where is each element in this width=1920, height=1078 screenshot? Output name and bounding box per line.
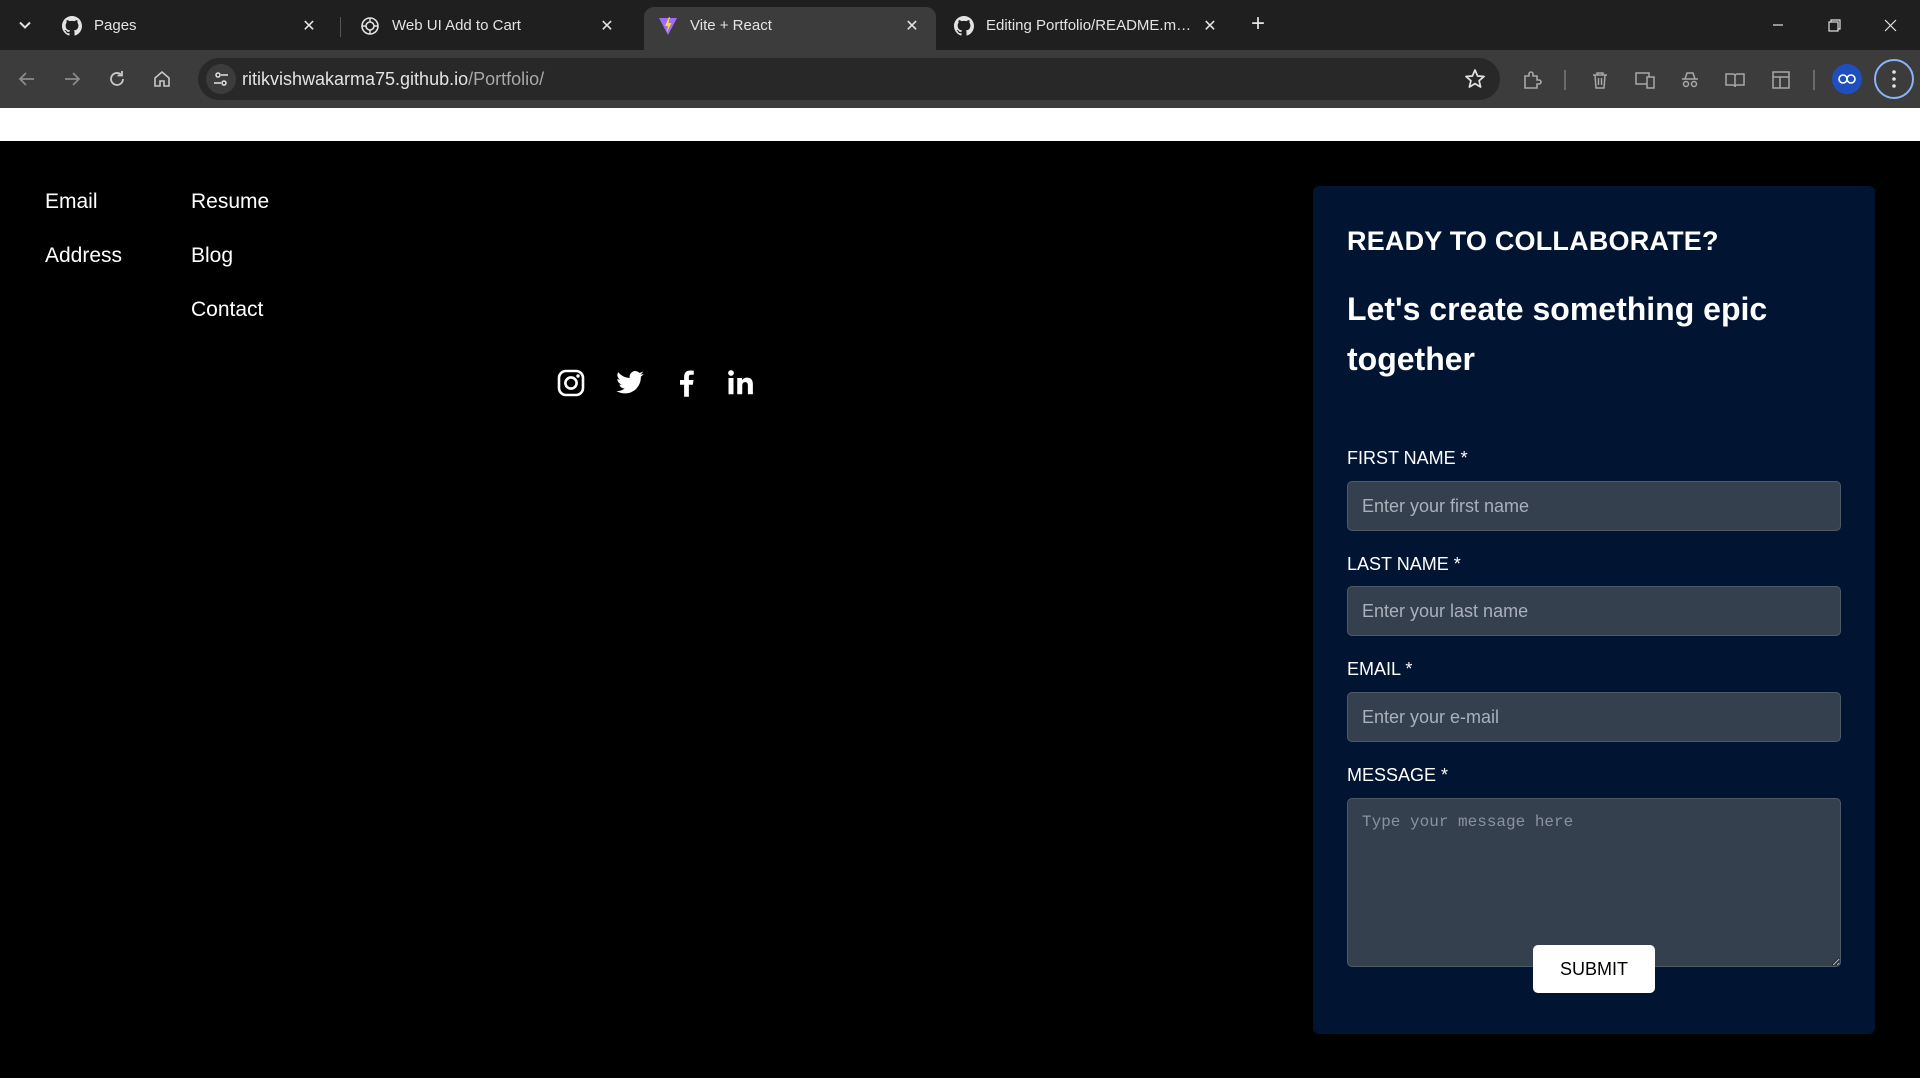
reload-button[interactable] xyxy=(100,62,134,96)
side-panel-icon[interactable] xyxy=(1769,68,1793,92)
last-name-label: LAST NAME * xyxy=(1347,554,1461,574)
twitter-icon[interactable] xyxy=(615,368,645,398)
github-icon xyxy=(954,15,974,36)
toolbar-divider xyxy=(1564,70,1566,90)
openai-icon xyxy=(360,16,380,36)
tab-search-button[interactable] xyxy=(8,8,42,42)
page-top-strip xyxy=(0,108,1920,141)
tab-strip: Pages ✕ Web UI Add to Cart ✕ Vite + Reac… xyxy=(0,0,1920,50)
vite-icon xyxy=(658,16,678,36)
url-path: /Portfolio/ xyxy=(468,69,545,89)
minimize-icon xyxy=(1773,24,1783,26)
footer-link-email[interactable]: Email xyxy=(45,190,98,214)
minimize-button[interactable] xyxy=(1750,0,1806,50)
email-input[interactable] xyxy=(1347,692,1841,742)
url-text: ritikvishwakarma75.github.io/Portfolio/ xyxy=(242,69,544,90)
close-icon[interactable]: ✕ xyxy=(1200,16,1220,36)
incognito-icon[interactable] xyxy=(1678,68,1702,92)
last-name-input[interactable] xyxy=(1347,586,1841,636)
arrow-right-icon xyxy=(65,72,81,86)
chevron-down-icon xyxy=(19,21,31,29)
tune-icon xyxy=(214,72,228,86)
url-host: ritikvishwakarma75.github.io xyxy=(242,69,469,89)
close-icon[interactable]: ✕ xyxy=(299,16,319,36)
home-icon xyxy=(154,70,170,87)
close-window-button[interactable] xyxy=(1862,0,1918,50)
form-kicker: READY TO COLLABORATE? xyxy=(1347,226,1719,256)
extensions-icon[interactable] xyxy=(1520,68,1544,92)
arrow-left-icon xyxy=(18,72,34,86)
first-name-label: FIRST NAME * xyxy=(1347,448,1468,468)
profile-avatar[interactable] xyxy=(1832,64,1862,94)
page-footer: Email Address Resume Blog Contact READY … xyxy=(0,141,1920,1078)
email-label: EMAIL * xyxy=(1347,659,1413,679)
form-heading: Let's create something epic together xyxy=(1347,291,1768,377)
site-info-button[interactable] xyxy=(206,64,236,94)
instagram-icon[interactable] xyxy=(556,368,586,398)
back-button[interactable] xyxy=(10,62,44,96)
browser-toolbar: ritikvishwakarma75.github.io/Portfolio/ xyxy=(0,50,1920,108)
tab-title: Vite + React xyxy=(690,17,772,34)
message-textarea[interactable] xyxy=(1347,798,1841,967)
devices-icon[interactable] xyxy=(1633,68,1657,92)
tab-title: Pages xyxy=(94,17,137,34)
submit-button[interactable]: SUBMIT xyxy=(1533,945,1655,993)
tab-vite-react[interactable]: Vite + React ✕ xyxy=(644,7,936,50)
home-button[interactable] xyxy=(145,62,179,96)
tab-divider xyxy=(340,17,341,37)
tab-web-ui-add-to-cart[interactable]: Web UI Add to Cart ✕ xyxy=(346,7,631,50)
restore-button[interactable] xyxy=(1806,0,1862,50)
toolbar-divider xyxy=(1813,70,1815,90)
tab-title: Editing Portfolio/README.md a xyxy=(986,17,1194,34)
profile-icon xyxy=(1838,74,1856,84)
linkedin-icon[interactable] xyxy=(726,368,756,398)
footer-link-address[interactable]: Address xyxy=(45,244,122,268)
restore-icon xyxy=(1827,18,1841,32)
close-icon[interactable]: ✕ xyxy=(902,16,922,36)
tab-title: Web UI Add to Cart xyxy=(392,17,521,34)
message-label: MESSAGE * xyxy=(1347,765,1449,785)
reading-mode-icon[interactable] xyxy=(1723,68,1747,92)
close-icon[interactable]: ✕ xyxy=(597,16,617,36)
footer-link-contact[interactable]: Contact xyxy=(191,298,263,322)
forward-button[interactable] xyxy=(55,62,89,96)
browser-menu-button[interactable] xyxy=(1874,59,1914,99)
new-tab-button[interactable]: + xyxy=(1244,10,1272,38)
contact-form: READY TO COLLABORATE? Let's create somet… xyxy=(1313,186,1875,1034)
address-bar[interactable]: ritikvishwakarma75.github.io/Portfolio/ xyxy=(198,58,1500,100)
facebook-icon[interactable] xyxy=(672,368,702,398)
footer-link-resume[interactable]: Resume xyxy=(191,190,269,214)
bookmark-star-icon[interactable] xyxy=(1464,68,1486,90)
tab-editing-readme[interactable]: Editing Portfolio/README.md a ✕ xyxy=(940,7,1234,50)
reload-icon xyxy=(110,71,124,86)
close-icon xyxy=(1884,19,1896,31)
footer-link-blog[interactable]: Blog xyxy=(191,244,233,268)
trash-icon[interactable] xyxy=(1588,68,1612,92)
tab-pages[interactable]: Pages ✕ xyxy=(48,7,333,50)
first-name-input[interactable] xyxy=(1347,481,1841,531)
github-icon xyxy=(62,15,82,36)
more-vert-icon xyxy=(1892,70,1896,88)
